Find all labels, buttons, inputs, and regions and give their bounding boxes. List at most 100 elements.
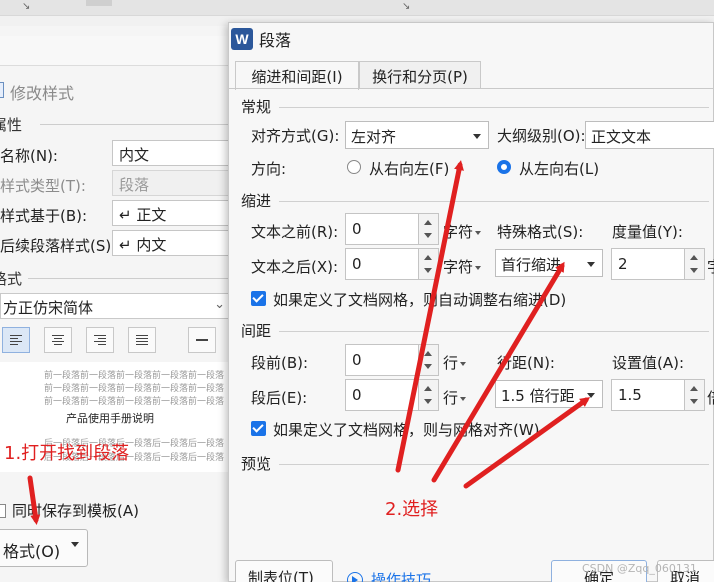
divider bbox=[279, 331, 709, 332]
line-spacing-button[interactable] bbox=[188, 327, 216, 353]
measure-value: 2 bbox=[618, 255, 628, 273]
alignment-select[interactable]: 左对齐 bbox=[345, 121, 489, 149]
indent-after-unit-label: 字符 bbox=[443, 258, 474, 276]
spin-down-icon[interactable] bbox=[690, 399, 698, 404]
expand-arrow-icon[interactable]: ↘ bbox=[402, 1, 410, 12]
divider bbox=[279, 201, 709, 202]
space-after-spinner[interactable]: 0 bbox=[345, 379, 439, 411]
indent-before-spinner[interactable]: 0 bbox=[345, 213, 439, 245]
indent-before-unit[interactable]: 字符 bbox=[443, 221, 482, 242]
ltr-radio[interactable] bbox=[497, 160, 511, 174]
spinner-buttons[interactable] bbox=[418, 380, 438, 410]
indent-after-label: 文本之后(X): bbox=[251, 258, 339, 276]
line-spacing-label: 行距(N): bbox=[497, 354, 555, 372]
align-right-icon bbox=[94, 333, 106, 347]
format-button[interactable]: 格式(O) bbox=[0, 529, 88, 567]
unit-dropdown-icon bbox=[475, 230, 482, 235]
rtl-label: 从右向左(F) bbox=[369, 160, 450, 178]
watermark: CSDN @Zqq_060131 bbox=[582, 562, 697, 575]
chevron-down-icon bbox=[587, 393, 595, 398]
setting-value-spinner[interactable]: 1.5 bbox=[611, 379, 705, 411]
spin-up-icon[interactable] bbox=[424, 351, 432, 356]
line-spacing-select[interactable]: 1.5 倍行距 bbox=[495, 380, 603, 408]
spin-up-icon[interactable] bbox=[424, 386, 432, 391]
special-format-value: 首行缩进 bbox=[501, 256, 562, 274]
tab-stops-button[interactable]: 制表位(T) bbox=[235, 560, 333, 582]
spinner-buttons[interactable] bbox=[418, 249, 438, 279]
rtl-radio[interactable] bbox=[347, 160, 361, 174]
spin-down-icon[interactable] bbox=[424, 364, 432, 369]
preview-before-line: 前一段落前一段落前一段落前一段落前一段落 bbox=[44, 371, 225, 381]
tips-link[interactable]: 操作技巧 bbox=[371, 569, 431, 582]
divider bbox=[40, 124, 240, 125]
indent-before-value: 0 bbox=[352, 220, 362, 238]
snap-to-grid-checkbox[interactable] bbox=[251, 421, 266, 436]
save-to-template-checkbox[interactable] bbox=[0, 504, 6, 518]
chevron-down-icon bbox=[473, 134, 481, 139]
align-center-button[interactable] bbox=[44, 327, 72, 353]
space-after-unit[interactable]: 行 bbox=[443, 387, 467, 408]
align-left-button[interactable] bbox=[2, 327, 30, 353]
space-before-label: 段前(B): bbox=[251, 354, 309, 372]
preview-sample-text: 产品使用手册说明 bbox=[66, 412, 154, 425]
ribbon-row bbox=[0, 36, 250, 66]
spinner-buttons[interactable] bbox=[684, 249, 704, 279]
format-heading: 格式 bbox=[0, 270, 23, 288]
spin-up-icon[interactable] bbox=[424, 255, 432, 260]
format-button-label: 格式(O) bbox=[3, 542, 61, 561]
spin-up-icon[interactable] bbox=[424, 220, 432, 225]
divider bbox=[28, 278, 240, 279]
indent-after-unit[interactable]: 字符 bbox=[443, 256, 482, 277]
indent-heading: 缩进 bbox=[241, 192, 272, 210]
preview-heading: 预览 bbox=[241, 455, 272, 473]
spin-down-icon[interactable] bbox=[424, 233, 432, 238]
paragraph-dialog: W 段落 缩进和间距(I) 换行和分页(P) 常规 对齐方式(G): 左对齐 大… bbox=[228, 22, 714, 582]
setting-value-unit: 倍 bbox=[707, 387, 714, 408]
space-after-value: 0 bbox=[352, 386, 362, 404]
spinner-buttons[interactable] bbox=[418, 214, 438, 244]
outline-level-select[interactable]: 正文文本 bbox=[585, 121, 714, 149]
spin-down-icon[interactable] bbox=[424, 268, 432, 273]
spacing-heading: 间距 bbox=[241, 322, 272, 340]
tabs-divider bbox=[229, 88, 714, 89]
auto-right-indent-checkbox[interactable] bbox=[251, 291, 266, 306]
preview-before-line: 前一段落前一段落前一段落前一段落前一段落 bbox=[44, 384, 225, 394]
align-justify-icon bbox=[136, 333, 148, 347]
space-before-unit[interactable]: 行 bbox=[443, 352, 467, 373]
font-select[interactable]: 方正仿宋简体 ⌄ bbox=[0, 293, 230, 319]
spin-up-icon[interactable] bbox=[690, 255, 698, 260]
spinner-buttons[interactable] bbox=[684, 380, 704, 410]
align-justify-button[interactable] bbox=[128, 327, 156, 353]
space-after-unit-label: 行 bbox=[443, 389, 459, 407]
next-style-select[interactable]: ↵ 内文 bbox=[112, 230, 232, 256]
spin-up-icon[interactable] bbox=[690, 386, 698, 391]
divider bbox=[279, 107, 709, 108]
based-on-label: 样式基于(B): bbox=[0, 207, 88, 225]
expand-arrow-icon[interactable]: ↘ bbox=[22, 1, 30, 12]
spin-down-icon[interactable] bbox=[690, 268, 698, 273]
spinner-buttons[interactable] bbox=[418, 345, 438, 375]
alignment-label: 对齐方式(G): bbox=[251, 127, 340, 145]
indent-after-value: 0 bbox=[352, 255, 362, 273]
special-format-select[interactable]: 首行缩进 bbox=[495, 249, 603, 277]
indent-after-spinner[interactable]: 0 bbox=[345, 248, 439, 280]
next-style-label: 后续段落样式(S): bbox=[0, 237, 117, 255]
font-value: 方正仿宋简体 bbox=[3, 299, 94, 317]
indent-before-unit-label: 字符 bbox=[443, 223, 474, 241]
space-before-spinner[interactable]: 0 bbox=[345, 344, 439, 376]
tab-line-page-breaks[interactable]: 换行和分页(P) bbox=[359, 61, 481, 89]
play-icon[interactable] bbox=[347, 572, 363, 582]
unit-dropdown-icon bbox=[460, 361, 467, 366]
spin-down-icon[interactable] bbox=[424, 399, 432, 404]
toolbar-box bbox=[86, 0, 112, 6]
measure-spinner[interactable]: 2 bbox=[611, 248, 705, 280]
style-name-input[interactable]: 内文 bbox=[112, 140, 232, 166]
dash-icon bbox=[196, 339, 208, 341]
style-name-label: 名称(N): bbox=[0, 147, 58, 165]
align-right-button[interactable] bbox=[86, 327, 114, 353]
tab-indent-spacing[interactable]: 缩进和间距(I) bbox=[235, 61, 359, 90]
top-toolbar-strip: ↘ ↘ bbox=[0, 0, 714, 16]
save-to-template-label: 同时保存到模板(A) bbox=[12, 502, 139, 520]
preview-before-line: 前一段落前一段落前一段落前一段落前一段落 bbox=[44, 397, 225, 407]
based-on-select[interactable]: ↵ 正文 bbox=[112, 200, 232, 226]
